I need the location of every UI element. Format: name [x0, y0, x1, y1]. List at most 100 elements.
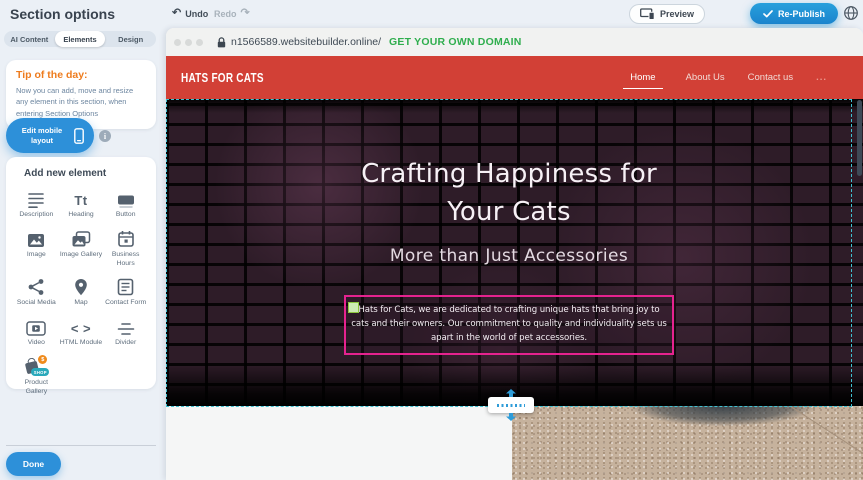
floor-seam: [728, 406, 863, 459]
element-html-module[interactable]: < > HTML Module: [59, 316, 104, 348]
tab-design[interactable]: Design: [105, 31, 156, 47]
hero-subtitle[interactable]: More than Just Accessories: [390, 246, 628, 266]
element-contact-form[interactable]: Contact Form: [103, 276, 148, 308]
site-url: n1566589.websitebuilder.online/: [231, 36, 381, 48]
phone-icon: [74, 128, 84, 144]
redo-button[interactable]: Redo ↷: [214, 8, 250, 19]
element-label: Business Hours: [103, 251, 148, 269]
tip-body: Now you can add, move and resize any ele…: [16, 85, 146, 119]
image-gallery-icon: [71, 228, 91, 248]
product-gallery-icon: $ SHOP: [24, 356, 48, 376]
selection-handle[interactable]: [348, 302, 359, 313]
element-image-gallery[interactable]: Image Gallery: [59, 228, 104, 269]
page-title: Section options: [10, 6, 115, 22]
browser-bar: n1566589.websitebuilder.online/ GET YOUR…: [166, 28, 863, 56]
redo-icon: ↷: [241, 8, 250, 19]
edit-mobile-layout-button[interactable]: Edit mobile layout: [6, 118, 94, 153]
done-button[interactable]: Done: [6, 452, 61, 476]
hero-title[interactable]: Crafting Happiness for Your Cats: [339, 156, 679, 231]
window-dot: [196, 39, 203, 46]
hero-content: Crafting Happiness for Your Cats More th…: [166, 99, 852, 406]
sidebar-tabs: AI Content Elements Design: [4, 31, 156, 47]
description-icon: [26, 188, 46, 208]
nav-more-menu[interactable]: ...: [816, 72, 827, 83]
element-product-gallery[interactable]: $ SHOP Product Gallery: [14, 356, 59, 397]
redo-label: Redo: [214, 9, 237, 19]
republish-button[interactable]: Re-Publish: [750, 3, 838, 24]
nav-item-home[interactable]: Home: [623, 72, 662, 89]
get-domain-link[interactable]: GET YOUR OWN DOMAIN: [389, 36, 522, 48]
element-map[interactable]: Map: [59, 276, 104, 308]
button-icon: [116, 188, 136, 208]
lock-icon: [217, 37, 226, 48]
element-label: Image Gallery: [60, 251, 102, 260]
devices-icon: [640, 8, 655, 20]
preview-button[interactable]: Preview: [629, 4, 705, 24]
element-label: Video: [28, 339, 45, 348]
undo-button[interactable]: ↶ Undo: [172, 8, 208, 19]
element-label: Product Gallery: [14, 379, 59, 397]
check-icon: [763, 10, 773, 18]
html-module-icon: < >: [71, 316, 91, 336]
window-dot: [174, 39, 181, 46]
contact-form-icon: [117, 276, 134, 296]
tab-ai-content[interactable]: AI Content: [4, 31, 55, 47]
element-grid: Description Tt Heading Button Image Imag…: [6, 188, 156, 397]
next-section-image: [512, 406, 863, 480]
social-media-icon: [27, 276, 45, 296]
undo-label: Undo: [185, 9, 208, 19]
preview-label: Preview: [660, 9, 694, 19]
element-label: Description: [19, 211, 53, 220]
business-hours-icon: [117, 228, 135, 248]
element-label: Divider: [115, 339, 136, 348]
element-label: Map: [74, 299, 87, 308]
video-icon: [26, 316, 46, 336]
window-dot: [185, 39, 192, 46]
section-resize-handle[interactable]: [488, 397, 534, 413]
element-label: Social Media: [17, 299, 56, 308]
hero-section: Crafting Happiness for Your Cats More th…: [166, 99, 863, 406]
sidebar-divider: [6, 445, 156, 446]
site-nav: Home About Us Contact us ...: [623, 56, 827, 99]
language-globe-button[interactable]: [843, 5, 859, 21]
element-label: Image: [27, 251, 46, 260]
new-badge-dot: $: [38, 355, 47, 364]
tip-title: Tip of the day:: [16, 69, 146, 81]
hero-paragraph[interactable]: Hats for Cats, we are dedicated to craft…: [351, 304, 667, 346]
divider-icon: [117, 316, 135, 336]
element-business-hours[interactable]: Business Hours: [103, 228, 148, 269]
add-element-title: Add new element: [24, 168, 156, 179]
info-icon[interactable]: i: [99, 130, 111, 142]
map-icon: [74, 276, 88, 296]
element-divider[interactable]: Divider: [103, 316, 148, 348]
element-label: HTML Module: [60, 339, 102, 348]
element-social-media[interactable]: Social Media: [14, 276, 59, 308]
undo-icon: ↶: [172, 8, 181, 19]
element-label: Contact Form: [105, 299, 146, 308]
heading-icon: Tt: [74, 188, 87, 208]
element-image[interactable]: Image: [14, 228, 59, 269]
preview-scrollbar-thumb[interactable]: [857, 100, 862, 176]
add-element-panel: Add new element Description Tt Heading B…: [6, 157, 156, 389]
element-description[interactable]: Description: [14, 188, 59, 220]
element-heading[interactable]: Tt Heading: [59, 188, 104, 220]
site-header: HATS FOR CATS Home About Us Contact us .…: [166, 56, 863, 99]
next-section-blank: [166, 406, 512, 480]
image-icon: [27, 228, 45, 248]
shop-badge: SHOP: [31, 368, 49, 376]
arrow-up-icon: [506, 389, 516, 397]
site-preview: n1566589.websitebuilder.online/ GET YOUR…: [166, 28, 863, 480]
element-button[interactable]: Button: [103, 188, 148, 220]
tab-elements[interactable]: Elements: [55, 31, 106, 47]
selected-paragraph-box[interactable]: Hats for Cats, we are dedicated to craft…: [344, 295, 674, 355]
element-label: Button: [116, 211, 136, 220]
nav-item-contact-us[interactable]: Contact us: [748, 72, 793, 83]
edit-mobile-label: Edit mobile layout: [16, 126, 68, 146]
drag-dots: [497, 404, 525, 407]
nav-item-about-us[interactable]: About Us: [686, 72, 725, 83]
element-label: Heading: [68, 211, 93, 220]
site-logo: HATS FOR CATS: [181, 71, 264, 85]
arrow-down-icon: [506, 413, 516, 421]
element-video[interactable]: Video: [14, 316, 59, 348]
republish-label: Re-Publish: [778, 9, 825, 19]
